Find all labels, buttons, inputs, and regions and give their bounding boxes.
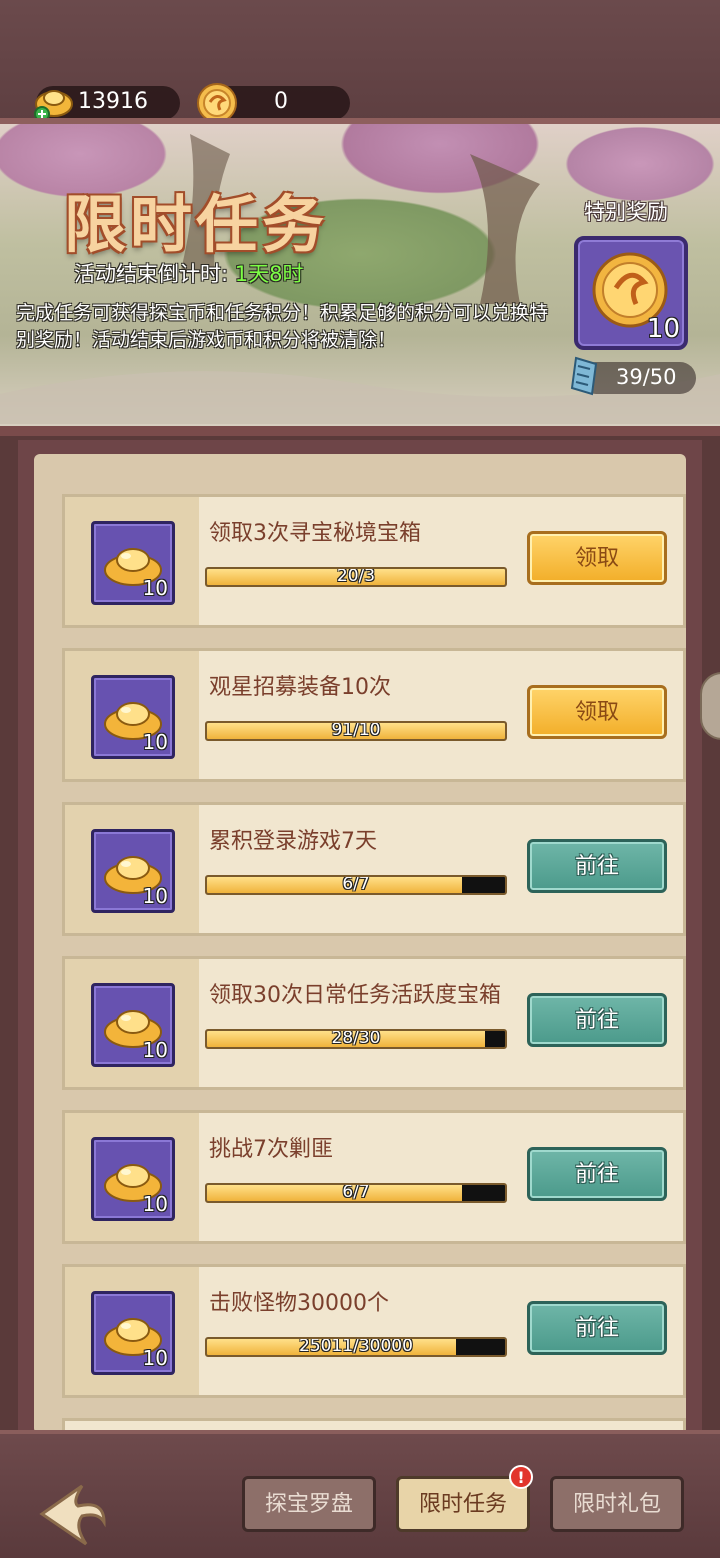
task-progress-bar: 28/30 (205, 1029, 507, 1049)
gold-amount: 13916 (78, 89, 148, 114)
notification-badge: ! (509, 1465, 533, 1489)
event-banner: 限时任务 活动结束倒计时: 1天8时 完成任务可获得探宝币和任务积分！积累足够的… (0, 118, 720, 436)
tab-treasure-compass[interactable]: 探宝罗盘 (242, 1476, 376, 1532)
task-progress-bar: 25011/30000 (205, 1337, 507, 1357)
tab-label: 限时礼包 (572, 1492, 661, 1517)
task-reward-count: 10 (142, 576, 168, 600)
task-title: 击败怪物30000个 (209, 1291, 389, 1316)
special-reward-count: 10 (646, 314, 680, 344)
task-reward-item[interactable]: 10 (91, 1137, 175, 1221)
task-progress-text: 20/3 (336, 567, 376, 586)
task-title: 领取30次日常任务活跃度宝箱 (209, 983, 501, 1008)
task-progress-text: 28/30 (331, 1029, 381, 1048)
task-title: 挑战7次剿匪 (209, 1137, 333, 1162)
task-reward-item[interactable]: 10 (91, 521, 175, 605)
tab-limited-gift-pack[interactable]: 限时礼包 (550, 1476, 684, 1532)
task-reward-item[interactable]: 10 (91, 675, 175, 759)
back-arrow-icon[interactable] (38, 1482, 108, 1546)
bottom-nav-bar: 探宝罗盘 限时任务 ! 限时礼包 (0, 1430, 720, 1558)
countdown-label: 活动结束倒计时: (74, 262, 235, 286)
gold-currency-display: 13916 (34, 86, 180, 122)
task-title: 领取3次寻宝秘境宝箱 (209, 521, 421, 546)
task-row: 10 领取3次寻宝秘境宝箱 20/3 领取 (62, 494, 686, 628)
coin-currency-display: 0 (197, 83, 350, 123)
coin-amount: 0 (274, 89, 288, 114)
gold-ingot-plus-icon[interactable] (32, 82, 76, 122)
task-progress-text: 6/7 (342, 1183, 370, 1202)
points-value: 39/50 (616, 365, 677, 389)
task-row: 10 领取30次日常任务活跃度宝箱 28/30 前往 (62, 956, 686, 1090)
task-reward-count: 10 (142, 884, 168, 908)
task-row: 10 累积登录游戏7天 6/7 前往 (62, 802, 686, 936)
task-reward-count: 10 (142, 1192, 168, 1216)
event-description: 完成任务可获得探宝币和任务积分！积累足够的积分可以兑换特别奖励！活动结束后游戏币… (16, 302, 549, 351)
event-title: 限时任务 (64, 188, 329, 261)
claim-button[interactable]: 领取 (527, 685, 667, 739)
task-reward-count: 10 (142, 730, 168, 754)
go-button[interactable]: 前往 (527, 1301, 667, 1355)
task-title: 观星招募装备10次 (209, 675, 391, 700)
countdown-time: 1天8时 (234, 262, 304, 286)
tab-label: 限时任务 (418, 1492, 507, 1517)
special-reward-item[interactable]: 10 (574, 236, 688, 350)
tab-label: 探宝罗盘 (264, 1492, 353, 1517)
special-reward-label: 特别奖励 (584, 200, 668, 224)
task-title: 累积登录游戏7天 (209, 829, 377, 854)
go-button[interactable]: 前往 (527, 993, 667, 1047)
scroll-icon (570, 356, 598, 396)
task-progress-text: 91/10 (331, 721, 381, 740)
points-progress: 39/50 (570, 356, 696, 396)
task-row: 10 观星招募装备10次 91/10 领取 (62, 648, 686, 782)
go-button[interactable]: 前往 (527, 1147, 667, 1201)
task-progress-bar: 6/7 (205, 1183, 507, 1203)
task-progress-bar: 91/10 (205, 721, 507, 741)
task-progress-text: 6/7 (342, 875, 370, 894)
task-reward-count: 10 (142, 1346, 168, 1370)
tab-limited-tasks[interactable]: 限时任务 ! (396, 1465, 533, 1532)
task-panel: 10 领取3次寻宝秘境宝箱 20/3 领取 10 观星招募装备10次 91/10… (18, 440, 702, 1448)
task-reward-item[interactable]: 10 (91, 829, 175, 913)
task-row: 10 击败怪物30000个 25011/30000 前往 (62, 1264, 686, 1398)
task-progress-text: 25011/30000 (299, 1337, 413, 1356)
task-reward-count: 10 (142, 1038, 168, 1062)
task-reward-item[interactable]: 10 (91, 1291, 175, 1375)
go-button[interactable]: 前往 (527, 839, 667, 893)
task-reward-item[interactable]: 10 (91, 983, 175, 1067)
countdown-text: 活动结束倒计时: 1天8时 (74, 258, 303, 288)
side-drawer-handle[interactable] (700, 672, 720, 740)
task-list[interactable]: 10 领取3次寻宝秘境宝箱 20/3 领取 10 观星招募装备10次 91/10… (34, 454, 686, 1448)
task-row: 10 挑战7次剿匪 6/7 前往 (62, 1110, 686, 1244)
claim-button[interactable]: 领取 (527, 531, 667, 585)
task-progress-bar: 20/3 (205, 567, 507, 587)
task-progress-bar: 6/7 (205, 875, 507, 895)
